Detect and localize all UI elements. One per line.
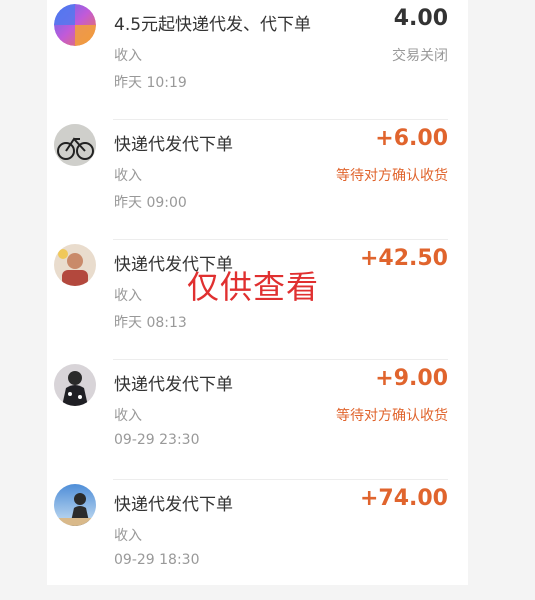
transaction-amount: +42.50 <box>359 246 448 271</box>
transaction-row[interactable]: 4.5元起快递代发、代下单 收入 昨天 10:19 4.00 交易关闭 <box>47 0 468 120</box>
transaction-time: 昨天 10:19 <box>114 75 187 91</box>
dark-person-avatar <box>54 364 96 406</box>
transaction-status: 等待对方确认收货 <box>336 408 448 424</box>
row-divider <box>113 239 448 240</box>
transaction-title: 4.5元起快递代发、代下单 <box>114 15 312 35</box>
transaction-type: 收入 <box>114 168 142 184</box>
row-divider <box>113 119 448 120</box>
person-photo-avatar <box>54 244 96 286</box>
transaction-time: 09-29 18:30 <box>114 552 200 568</box>
view-only-watermark: 仅供查看 <box>187 268 320 306</box>
transaction-amount: +6.00 <box>375 126 448 151</box>
transaction-type: 收入 <box>114 48 142 64</box>
gradient-logo-avatar <box>54 4 96 46</box>
transaction-time: 09-29 23:30 <box>114 432 200 448</box>
transaction-amount: +9.00 <box>375 366 448 391</box>
transaction-type: 收入 <box>114 528 142 544</box>
transaction-status: 等待对方确认收货 <box>336 168 448 184</box>
transaction-time: 昨天 09:00 <box>114 195 187 211</box>
transaction-amount: 4.00 <box>393 6 448 31</box>
transaction-amount: +74.00 <box>359 486 448 511</box>
transaction-row[interactable]: 快递代发代下单 收入 09-29 23:30 +9.00 等待对方确认收货 <box>47 359 468 480</box>
transaction-title: 快递代发代下单 <box>114 375 233 395</box>
transaction-row[interactable]: 快递代发代下单 收入 09-29 18:30 +74.00 <box>47 479 468 600</box>
transaction-title: 快递代发代下单 <box>114 495 233 515</box>
row-divider <box>113 479 448 480</box>
bicycle-photo-avatar <box>54 124 96 166</box>
transaction-type: 收入 <box>114 288 142 304</box>
sky-silhouette-avatar <box>54 484 96 526</box>
transaction-title: 快递代发代下单 <box>114 135 233 155</box>
transaction-row[interactable]: 快递代发代下单 收入 昨天 09:00 +6.00 等待对方确认收货 <box>47 119 468 240</box>
transaction-status: 交易关闭 <box>392 48 448 64</box>
transaction-time: 昨天 08:13 <box>114 315 187 331</box>
transaction-type: 收入 <box>114 408 142 424</box>
row-divider <box>113 359 448 360</box>
